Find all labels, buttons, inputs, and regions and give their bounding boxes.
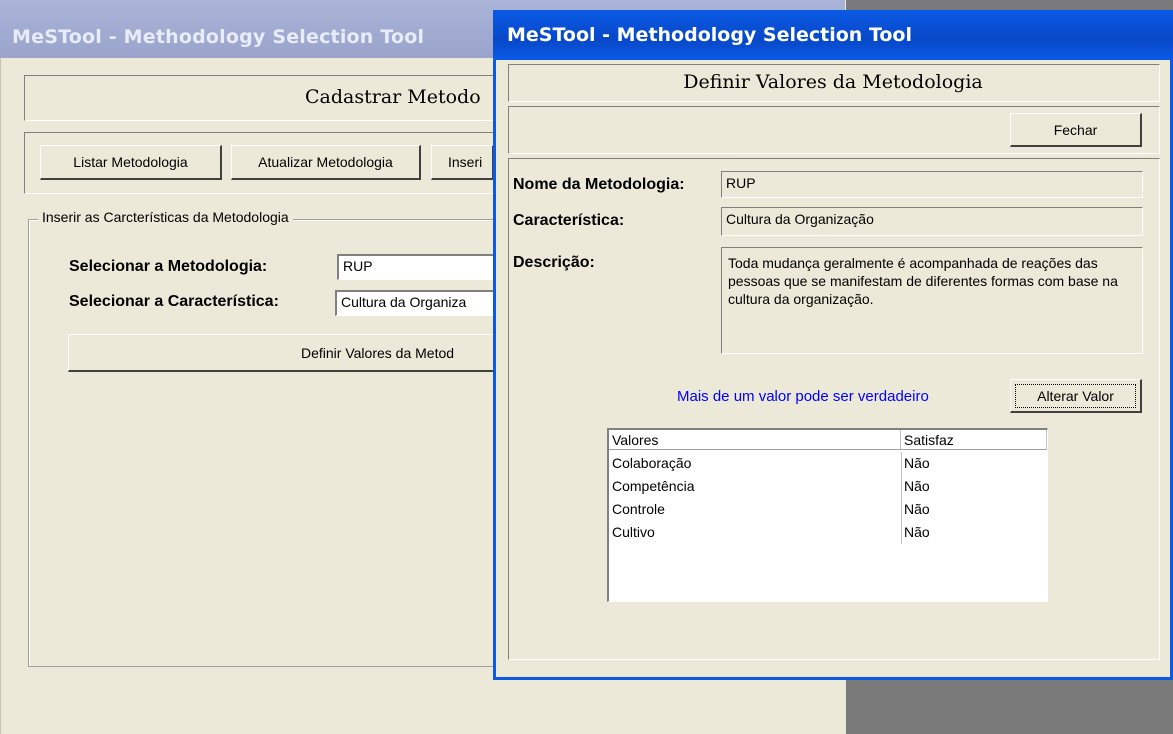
select-characteristic-label: Selecionar a Característica: — [69, 293, 279, 310]
characteristics-group-box — [28, 219, 500, 667]
table-row[interactable]: Colaboração Não — [609, 452, 1047, 475]
row-satisfaz: Não — [904, 455, 930, 471]
row-value: Cultivo — [612, 524, 655, 540]
dialog-heading: Definir Valores da Metodologia — [683, 71, 983, 93]
define-values-button[interactable]: Definir Valores da Metod — [68, 334, 498, 372]
row-value: Competência — [612, 478, 695, 494]
column-header-values[interactable]: Valores — [609, 430, 901, 450]
table-row[interactable]: Controle Não — [609, 498, 1047, 521]
close-button[interactable]: Fechar — [1010, 113, 1142, 147]
hint-text: Mais de um valor pode ser verdadeiro — [677, 388, 929, 405]
characteristics-group-label: Inserir as Carcterísticas da Metodologia — [38, 209, 293, 225]
methodology-name-value: RUP — [721, 171, 1143, 198]
table-row[interactable]: Competência Não — [609, 475, 1047, 498]
dialog-title: MeSTool - Methodology Selection Tool — [507, 24, 913, 46]
change-value-button-label: Alterar Valor — [1015, 384, 1136, 408]
back-window-title: MeSTool - Methodology Selection Tool — [12, 26, 425, 48]
update-methodology-button[interactable]: Atualizar Metodologia — [231, 145, 421, 180]
row-value: Controle — [612, 501, 665, 517]
column-header-satisfaz[interactable]: Satisfaz — [901, 430, 1047, 450]
select-methodology-combo[interactable]: RUP — [337, 254, 497, 280]
description-label: Descrição: — [513, 254, 595, 271]
list-methodology-button[interactable]: Listar Metodologia — [40, 145, 222, 180]
table-row[interactable]: Cultivo Não — [609, 521, 1047, 544]
row-satisfaz: Não — [904, 524, 930, 540]
back-heading: Cadastrar Metodo — [305, 86, 481, 108]
select-methodology-label: Selecionar a Metodologia: — [69, 258, 268, 275]
row-satisfaz: Não — [904, 478, 930, 494]
methodology-name-label: Nome da Metodologia: — [513, 176, 685, 193]
characteristic-label: Característica: — [513, 212, 625, 229]
values-table[interactable]: Valores Satisfaz Colaboração Não Competê… — [607, 428, 1048, 602]
row-satisfaz: Não — [904, 501, 930, 517]
select-characteristic-combo[interactable]: Cultura da Organiza — [335, 290, 497, 316]
description-text: Toda mudança geralmente é acompanhada de… — [721, 247, 1143, 354]
insert-methodology-button[interactable]: Inseri — [431, 145, 494, 180]
column-divider — [901, 452, 902, 544]
change-value-button[interactable]: Alterar Valor — [1010, 379, 1142, 413]
row-value: Colaboração — [612, 455, 692, 471]
characteristic-value: Cultura da Organização — [721, 207, 1143, 236]
